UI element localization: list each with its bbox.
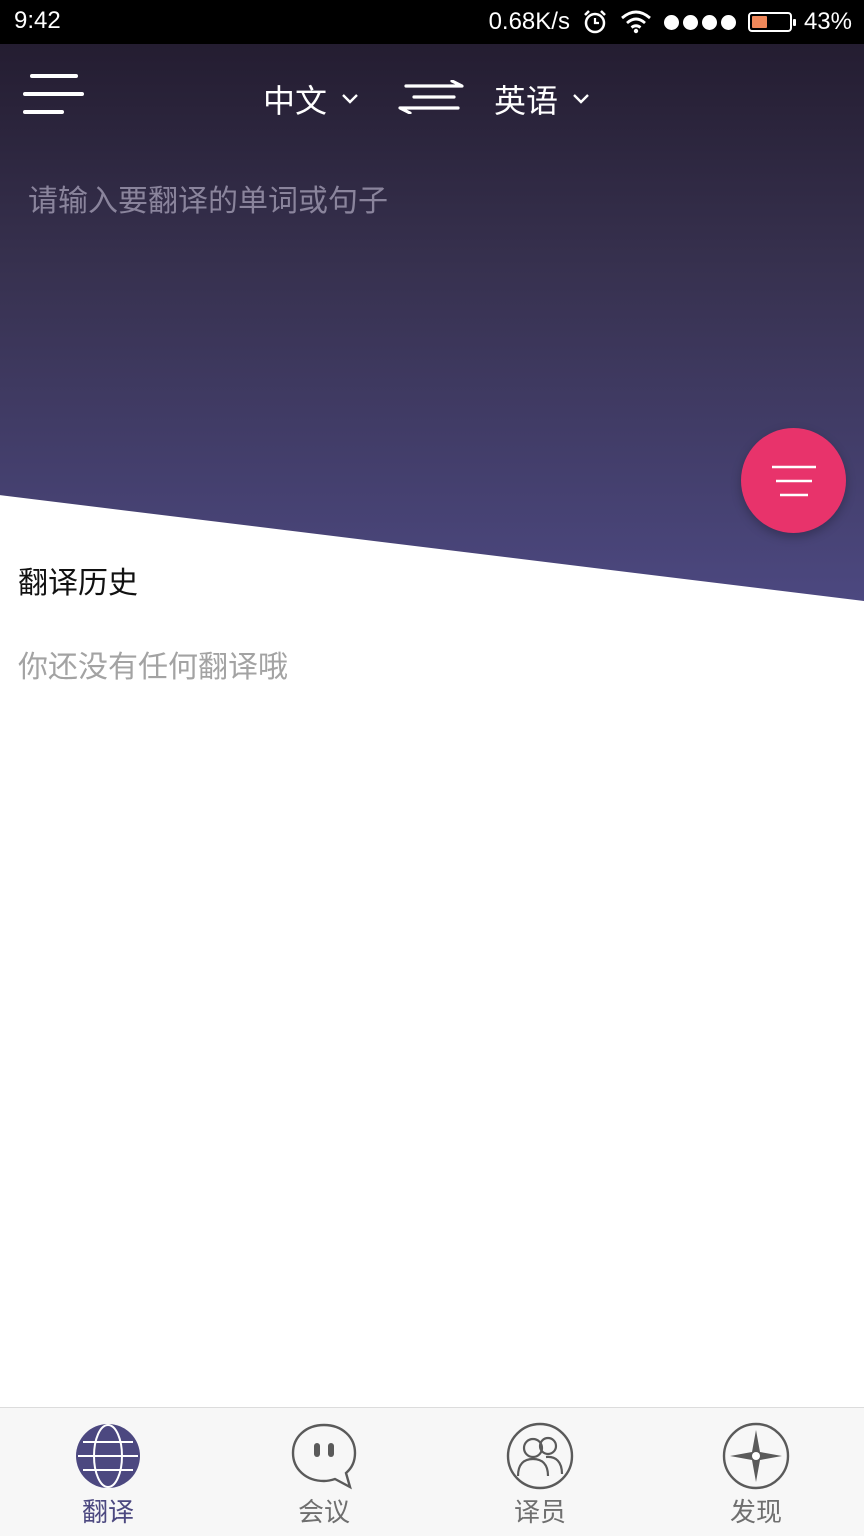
status-bar: 9:42 0.68K/s 43% (0, 0, 864, 44)
chevron-down-icon (342, 94, 358, 104)
menu-icon (23, 74, 84, 114)
tab-label: 发现 (729, 1498, 782, 1528)
translate-input[interactable] (24, 170, 834, 410)
compass-icon (722, 1422, 790, 1490)
battery-percent: 43% (803, 8, 852, 35)
swap-languages-button[interactable] (396, 79, 466, 115)
people-icon (506, 1422, 574, 1490)
tab-label: 会议 (297, 1498, 350, 1528)
bottom-tab-bar: 翻译 会议 译员 发现 (0, 1407, 864, 1536)
swap-icon (398, 79, 464, 115)
source-language-selector[interactable]: 中文 (263, 76, 359, 122)
status-right: 0.68K/s 43% (489, 0, 852, 44)
signal-icon (663, 14, 736, 30)
alarm-icon (584, 10, 606, 34)
tab-discover[interactable]: 发现 (648, 1408, 864, 1536)
target-language-label: 英语 (494, 82, 559, 120)
chat-bubble-icon (291, 1423, 357, 1490)
network-speed: 0.68K/s (488, 8, 570, 35)
fab-menu-button[interactable] (741, 428, 846, 533)
tab-label: 译员 (513, 1498, 566, 1528)
history-title: 翻译历史 (18, 566, 138, 601)
tab-translate[interactable]: 翻译 (0, 1408, 216, 1536)
globe-icon (76, 1424, 140, 1488)
target-language-selector[interactable]: 英语 (494, 76, 590, 122)
battery-icon (747, 12, 796, 32)
status-time: 9:42 (14, 7, 61, 34)
tab-label: 翻译 (81, 1498, 134, 1528)
history-empty-text: 你还没有任何翻译哦 (18, 650, 288, 685)
chevron-down-icon (573, 94, 589, 104)
battery-fill (751, 16, 768, 28)
menu-lines-icon (771, 465, 816, 496)
app-screen: 9:42 0.68K/s 43% 中文 英语 请输入要翻译的单词或句子 翻译历史… (0, 0, 864, 1536)
menu-button[interactable] (22, 72, 84, 122)
tab-meeting[interactable]: 会议 (216, 1408, 432, 1536)
tab-interpreters[interactable]: 译员 (432, 1408, 648, 1536)
source-language-label: 中文 (263, 82, 328, 120)
wifi-icon (621, 10, 651, 34)
